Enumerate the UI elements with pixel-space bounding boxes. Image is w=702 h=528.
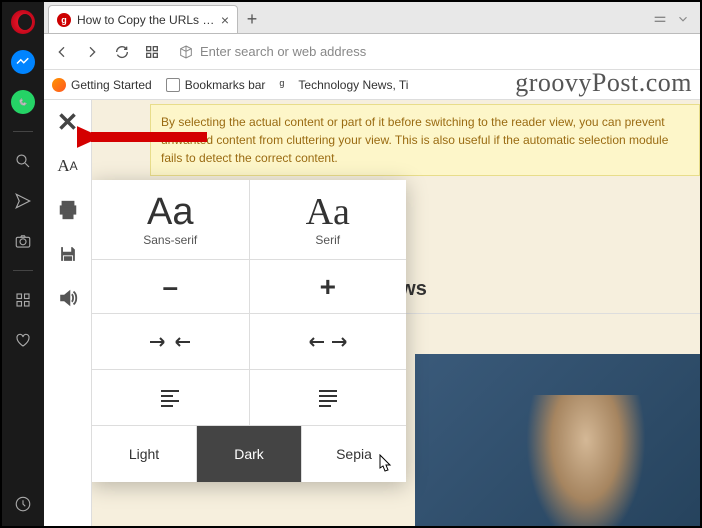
new-tab-button[interactable]: + xyxy=(238,5,266,33)
theme-dark-button[interactable]: Dark xyxy=(196,426,301,482)
cube-icon xyxy=(178,44,194,60)
tab-title: How to Copy the URLs Fro xyxy=(77,13,215,27)
favicon-icon: g xyxy=(279,78,293,92)
favicon-icon: g xyxy=(57,13,71,27)
theme-light-button[interactable]: Light xyxy=(92,426,196,482)
watermark: groovyPost.com xyxy=(515,68,692,98)
speed-dial-icon[interactable] xyxy=(9,286,37,314)
font-size-decrease-button[interactable]: – xyxy=(92,260,249,313)
font-settings-button[interactable]: AA xyxy=(54,152,82,180)
font-size-increase-button[interactable]: + xyxy=(249,260,407,313)
history-icon[interactable] xyxy=(9,490,37,518)
bookmark-getting-started[interactable]: Getting Started xyxy=(52,78,152,92)
folder-icon xyxy=(166,78,180,92)
send-icon[interactable] xyxy=(9,187,37,215)
browser-tab[interactable]: g How to Copy the URLs Fro × xyxy=(48,5,238,33)
address-bar[interactable]: Enter search or web address xyxy=(172,39,692,65)
width-wide-button[interactable] xyxy=(249,314,407,369)
bookmark-folder[interactable]: Bookmarks bar xyxy=(166,78,266,92)
opera-menu-icon[interactable] xyxy=(9,8,37,36)
camera-icon[interactable] xyxy=(9,227,37,255)
whatsapp-icon[interactable] xyxy=(9,88,37,116)
speed-dial-button[interactable] xyxy=(142,42,162,62)
back-button[interactable] xyxy=(52,42,72,62)
reload-button[interactable] xyxy=(112,42,132,62)
save-button[interactable] xyxy=(54,240,82,268)
reader-toolbar: ✕ AA xyxy=(44,100,92,526)
font-serif-option[interactable]: Aa Serif xyxy=(249,180,407,259)
heart-icon[interactable] xyxy=(9,326,37,354)
nav-bar: Enter search or web address xyxy=(44,34,700,70)
speak-button[interactable] xyxy=(54,284,82,312)
tab-close-icon[interactable]: × xyxy=(221,12,229,28)
forward-button[interactable] xyxy=(82,42,102,62)
app-sidebar xyxy=(2,2,44,526)
tab-bar: g How to Copy the URLs Fro × + xyxy=(44,2,700,34)
reader-tip: By selecting the actual content or part … xyxy=(150,104,700,176)
article-image xyxy=(415,354,700,526)
address-placeholder: Enter search or web address xyxy=(200,44,366,59)
window-menu-icon[interactable] xyxy=(676,12,690,33)
divider xyxy=(13,270,33,271)
firefox-icon xyxy=(52,78,66,92)
print-button[interactable] xyxy=(54,196,82,224)
align-left-button[interactable] xyxy=(92,370,249,425)
tabs-menu-icon[interactable] xyxy=(652,12,668,33)
align-justify-button[interactable] xyxy=(249,370,407,425)
width-narrow-button[interactable] xyxy=(92,314,249,369)
search-icon[interactable] xyxy=(9,147,37,175)
page-content: By selecting the actual content or part … xyxy=(92,100,700,526)
close-reader-button[interactable]: ✕ xyxy=(54,108,82,136)
font-sans-serif-option[interactable]: Aa Sans-serif xyxy=(92,180,249,259)
messenger-icon[interactable] xyxy=(9,48,37,76)
divider xyxy=(13,131,33,132)
bookmark-tech-news[interactable]: gTechnology News, Ti xyxy=(279,78,408,92)
cursor-icon xyxy=(378,454,394,474)
font-settings-panel: Aa Sans-serif Aa Serif – + xyxy=(92,180,406,482)
theme-sepia-button[interactable]: Sepia xyxy=(301,426,406,482)
